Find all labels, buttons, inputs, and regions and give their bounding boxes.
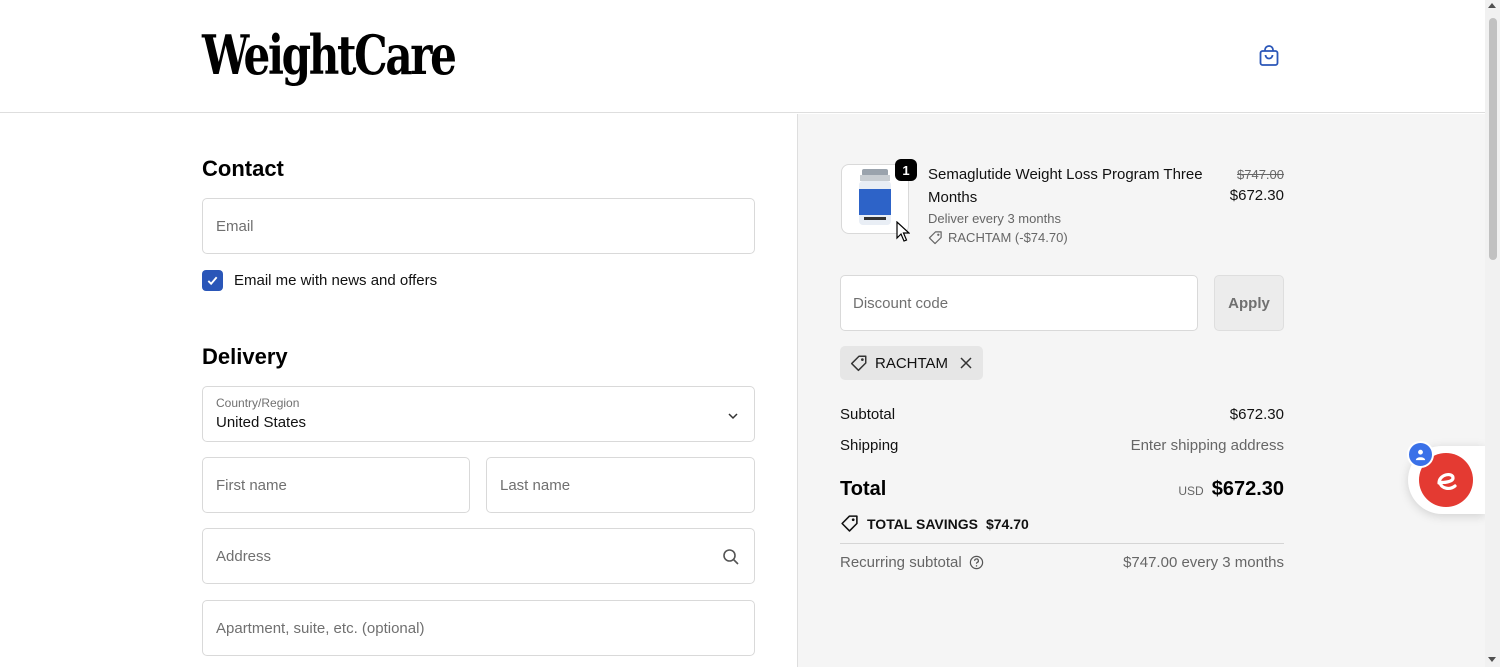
summary-divider — [840, 543, 1284, 544]
site-header: WeightCare — [0, 0, 1485, 113]
product-name: Semaglutide Weight Loss Program Three Mo… — [928, 166, 1203, 206]
discount-code-input[interactable] — [841, 276, 1197, 330]
tag-icon — [850, 355, 867, 372]
search-icon[interactable] — [722, 548, 740, 571]
applied-discount-chip: RACHTAM — [840, 346, 984, 380]
country-value: United States — [216, 414, 307, 431]
last-name-input[interactable] — [487, 458, 754, 512]
shopping-bag-icon[interactable] — [1257, 44, 1281, 68]
subscription-frequency: Deliver every 3 months — [928, 211, 1061, 226]
first-name-field[interactable] — [202, 457, 470, 513]
quantity-badge: 1 — [895, 159, 917, 181]
product-discount: RACHTAM (-$74.70) — [928, 230, 1068, 245]
shipping-label: Shipping — [840, 437, 899, 454]
checkmark-icon — [207, 276, 218, 286]
contact-title: Contact — [202, 156, 284, 181]
country-label: Country/Region — [216, 396, 300, 410]
email-field[interactable] — [202, 198, 755, 254]
address-input[interactable] — [203, 529, 754, 583]
last-name-field[interactable] — [486, 457, 755, 513]
scroll-down-arrow-icon[interactable] — [1488, 657, 1496, 662]
original-price: $747.00 — [1237, 167, 1284, 182]
total-label: Total — [840, 478, 887, 500]
recurring-label: Recurring subtotal — [840, 554, 962, 571]
savings-value: $74.70 — [985, 515, 1029, 532]
current-price: $672.30 — [1229, 187, 1284, 204]
savings-tag-icon — [841, 515, 858, 532]
apply-button[interactable]: Apply — [1214, 275, 1284, 331]
email-input[interactable] — [203, 199, 754, 253]
checkout-form: Contact Email me with news and offers De… — [0, 114, 797, 667]
order-summary: 1 Semaglutide Weight Loss Program Three … — [797, 114, 1485, 667]
newsletter-label: Email me with news and offers — [234, 272, 438, 289]
recurring-subtotal: Recurring subtotal — [840, 554, 984, 571]
delivery-title: Delivery — [202, 344, 288, 369]
remove-discount-icon[interactable] — [959, 356, 973, 370]
product-discount-text: RACHTAM (-$74.70) — [948, 230, 1068, 245]
total-value-group: USD $672.30 — [1178, 478, 1284, 501]
total-savings: TOTAL SAVINGS $74.70 — [840, 514, 1029, 533]
total-amount: $672.30 — [1211, 478, 1284, 500]
savings-label: TOTAL SAVINGS — [867, 515, 978, 532]
page-scrollbar[interactable] — [1485, 0, 1500, 667]
tag-icon — [928, 231, 942, 245]
scroll-up-arrow-icon[interactable] — [1488, 3, 1496, 8]
subtotal-value: $672.30 — [1229, 406, 1284, 423]
subtotal-label: Subtotal — [840, 406, 896, 423]
applied-code: RACHTAM — [875, 354, 949, 372]
mouse-cursor-icon — [896, 220, 911, 248]
help-icon[interactable] — [969, 555, 984, 570]
total-currency: USD — [1178, 484, 1204, 498]
country-select[interactable]: Country/Region United States — [202, 386, 755, 442]
apartment-field[interactable] — [202, 600, 755, 656]
weightcare-logo[interactable]: WeightCare — [202, 20, 457, 90]
recurring-value: $747.00 every 3 months — [1123, 554, 1284, 571]
chevron-down-icon — [727, 409, 739, 427]
newsletter-option[interactable]: Email me with news and offers — [202, 270, 437, 291]
scroll-thumb[interactable] — [1489, 18, 1497, 260]
discount-code-field[interactable] — [840, 275, 1198, 331]
shipping-value: Enter shipping address — [1130, 437, 1284, 454]
user-badge-icon[interactable] — [1407, 441, 1434, 468]
newsletter-checkbox[interactable] — [202, 270, 223, 291]
address-field[interactable] — [202, 528, 755, 584]
apartment-input[interactable] — [203, 601, 754, 655]
first-name-input[interactable] — [203, 458, 469, 512]
